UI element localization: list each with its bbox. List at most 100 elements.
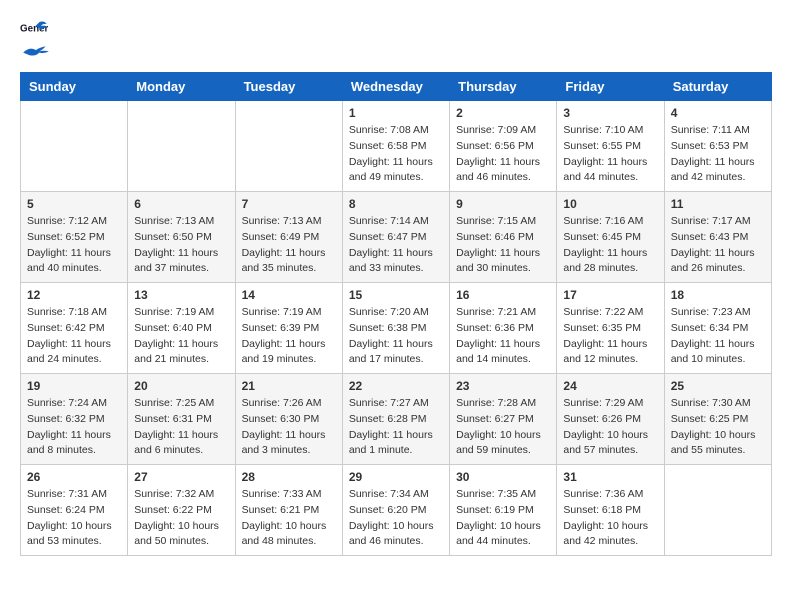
day-cell xyxy=(21,101,128,192)
day-number: 24 xyxy=(563,379,657,393)
day-info: Sunrise: 7:34 AM Sunset: 6:20 PM Dayligh… xyxy=(349,487,443,550)
day-info: Sunrise: 7:35 AM Sunset: 6:19 PM Dayligh… xyxy=(456,487,550,550)
day-info: Sunrise: 7:19 AM Sunset: 6:39 PM Dayligh… xyxy=(242,305,336,368)
day-info: Sunrise: 7:17 AM Sunset: 6:43 PM Dayligh… xyxy=(671,214,765,277)
day-cell: 27 Sunrise: 7:32 AM Sunset: 6:22 PM Dayli… xyxy=(128,465,235,556)
day-cell: 28 Sunrise: 7:33 AM Sunset: 6:21 PM Dayli… xyxy=(235,465,342,556)
day-info: Sunrise: 7:36 AM Sunset: 6:18 PM Dayligh… xyxy=(563,487,657,550)
week-row-5: 26Sunrise: 7:31 AM Sunset: 6:24 PM Dayli… xyxy=(21,465,772,556)
day-cell: 4Sunrise: 7:11 AM Sunset: 6:53 PM Daylig… xyxy=(664,101,771,192)
day-number: 11 xyxy=(671,197,765,211)
day-number: 7 xyxy=(242,197,336,211)
day-cell: 5Sunrise: 7:12 AM Sunset: 6:52 PM Daylig… xyxy=(21,192,128,283)
day-cell xyxy=(128,101,235,192)
day-cell: 19 Sunrise: 7:24 AM Sunset: 6:32 PM Dayli… xyxy=(21,374,128,465)
day-number: 29 xyxy=(349,470,443,484)
logo-icon: General xyxy=(20,20,48,42)
day-cell: 9 Sunrise: 7:15 AM Sunset: 6:46 PM Daylig… xyxy=(450,192,557,283)
header-monday: Monday xyxy=(128,73,235,101)
day-cell: 17 Sunrise: 7:22 AM Sunset: 6:35 PM Dayli… xyxy=(557,283,664,374)
day-info: Sunrise: 7:21 AM Sunset: 6:36 PM Dayligh… xyxy=(456,305,550,368)
week-row-4: 19 Sunrise: 7:24 AM Sunset: 6:32 PM Dayli… xyxy=(21,374,772,465)
day-number: 3 xyxy=(563,106,657,120)
day-info: Sunrise: 7:32 AM Sunset: 6:22 PM Dayligh… xyxy=(134,487,228,550)
day-number: 16 xyxy=(456,288,550,302)
day-cell xyxy=(235,101,342,192)
day-cell: 1 Sunrise: 7:08 AM Sunset: 6:58 PM Daylig… xyxy=(342,101,449,192)
day-info: Sunrise: 7:24 AM Sunset: 6:32 PM Dayligh… xyxy=(27,396,121,459)
day-info: Sunrise: 7:28 AM Sunset: 6:27 PM Dayligh… xyxy=(456,396,550,459)
day-info: Sunrise: 7:14 AM Sunset: 6:47 PM Dayligh… xyxy=(349,214,443,277)
day-number: 22 xyxy=(349,379,443,393)
day-info: Sunrise: 7:25 AM Sunset: 6:31 PM Dayligh… xyxy=(134,396,228,459)
day-cell: 6 Sunrise: 7:13 AM Sunset: 6:50 PM Daylig… xyxy=(128,192,235,283)
day-info: Sunrise: 7:16 AM Sunset: 6:45 PM Dayligh… xyxy=(563,214,657,277)
day-info: Sunrise: 7:30 AM Sunset: 6:25 PM Dayligh… xyxy=(671,396,765,459)
calendar-table: SundayMondayTuesdayWednesdayThursdayFrid… xyxy=(20,72,772,556)
day-cell: 12 Sunrise: 7:18 AM Sunset: 6:42 PM Dayli… xyxy=(21,283,128,374)
day-info: Sunrise: 7:08 AM Sunset: 6:58 PM Dayligh… xyxy=(349,123,443,186)
day-number: 30 xyxy=(456,470,550,484)
day-info: Sunrise: 7:09 AM Sunset: 6:56 PM Dayligh… xyxy=(456,123,550,186)
week-row-2: 5Sunrise: 7:12 AM Sunset: 6:52 PM Daylig… xyxy=(21,192,772,283)
day-cell: 18 Sunrise: 7:23 AM Sunset: 6:34 PM Dayli… xyxy=(664,283,771,374)
day-cell: 8Sunrise: 7:14 AM Sunset: 6:47 PM Daylig… xyxy=(342,192,449,283)
day-number: 23 xyxy=(456,379,550,393)
day-info: Sunrise: 7:13 AM Sunset: 6:49 PM Dayligh… xyxy=(242,214,336,277)
day-number: 26 xyxy=(27,470,121,484)
day-cell: 14 Sunrise: 7:19 AM Sunset: 6:39 PM Dayli… xyxy=(235,283,342,374)
day-cell: 23 Sunrise: 7:28 AM Sunset: 6:27 PM Dayli… xyxy=(450,374,557,465)
day-number: 28 xyxy=(242,470,336,484)
day-cell: 21Sunrise: 7:26 AM Sunset: 6:30 PM Dayli… xyxy=(235,374,342,465)
day-info: Sunrise: 7:23 AM Sunset: 6:34 PM Dayligh… xyxy=(671,305,765,368)
header-tuesday: Tuesday xyxy=(235,73,342,101)
day-info: Sunrise: 7:10 AM Sunset: 6:55 PM Dayligh… xyxy=(563,123,657,186)
day-number: 13 xyxy=(134,288,228,302)
day-number: 9 xyxy=(456,197,550,211)
header-saturday: Saturday xyxy=(664,73,771,101)
week-row-3: 12 Sunrise: 7:18 AM Sunset: 6:42 PM Dayli… xyxy=(21,283,772,374)
day-cell: 22 Sunrise: 7:27 AM Sunset: 6:28 PM Dayli… xyxy=(342,374,449,465)
header-friday: Friday xyxy=(557,73,664,101)
day-number: 18 xyxy=(671,288,765,302)
logo: General xyxy=(20,20,54,62)
day-info: Sunrise: 7:15 AM Sunset: 6:46 PM Dayligh… xyxy=(456,214,550,277)
header-thursday: Thursday xyxy=(450,73,557,101)
day-cell: 30 Sunrise: 7:35 AM Sunset: 6:19 PM Dayli… xyxy=(450,465,557,556)
svg-text:General: General xyxy=(20,24,48,35)
day-number: 12 xyxy=(27,288,121,302)
day-info: Sunrise: 7:20 AM Sunset: 6:38 PM Dayligh… xyxy=(349,305,443,368)
day-info: Sunrise: 7:19 AM Sunset: 6:40 PM Dayligh… xyxy=(134,305,228,368)
day-cell: 15 Sunrise: 7:20 AM Sunset: 6:38 PM Dayli… xyxy=(342,283,449,374)
day-cell: 29 Sunrise: 7:34 AM Sunset: 6:20 PM Dayli… xyxy=(342,465,449,556)
day-cell: 25 Sunrise: 7:30 AM Sunset: 6:25 PM Dayli… xyxy=(664,374,771,465)
day-number: 25 xyxy=(671,379,765,393)
day-cell: 2 Sunrise: 7:09 AM Sunset: 6:56 PM Daylig… xyxy=(450,101,557,192)
day-info: Sunrise: 7:33 AM Sunset: 6:21 PM Dayligh… xyxy=(242,487,336,550)
header-sunday: Sunday xyxy=(21,73,128,101)
day-info: Sunrise: 7:29 AM Sunset: 6:26 PM Dayligh… xyxy=(563,396,657,459)
day-info: Sunrise: 7:13 AM Sunset: 6:50 PM Dayligh… xyxy=(134,214,228,277)
day-info: Sunrise: 7:22 AM Sunset: 6:35 PM Dayligh… xyxy=(563,305,657,368)
day-cell: 31Sunrise: 7:36 AM Sunset: 6:18 PM Dayli… xyxy=(557,465,664,556)
day-number: 1 xyxy=(349,106,443,120)
day-info: Sunrise: 7:18 AM Sunset: 6:42 PM Dayligh… xyxy=(27,305,121,368)
day-info: Sunrise: 7:27 AM Sunset: 6:28 PM Dayligh… xyxy=(349,396,443,459)
day-number: 10 xyxy=(563,197,657,211)
day-number: 27 xyxy=(134,470,228,484)
day-cell xyxy=(664,465,771,556)
day-number: 2 xyxy=(456,106,550,120)
day-number: 15 xyxy=(349,288,443,302)
day-number: 17 xyxy=(563,288,657,302)
day-number: 21 xyxy=(242,379,336,393)
calendar-header-row: SundayMondayTuesdayWednesdayThursdayFrid… xyxy=(21,73,772,101)
day-number: 14 xyxy=(242,288,336,302)
day-cell: 7 Sunrise: 7:13 AM Sunset: 6:49 PM Daylig… xyxy=(235,192,342,283)
header-wednesday: Wednesday xyxy=(342,73,449,101)
day-number: 19 xyxy=(27,379,121,393)
bird-icon xyxy=(20,44,52,62)
day-cell: 26Sunrise: 7:31 AM Sunset: 6:24 PM Dayli… xyxy=(21,465,128,556)
day-number: 6 xyxy=(134,197,228,211)
day-number: 5 xyxy=(27,197,121,211)
day-cell: 20Sunrise: 7:25 AM Sunset: 6:31 PM Dayli… xyxy=(128,374,235,465)
